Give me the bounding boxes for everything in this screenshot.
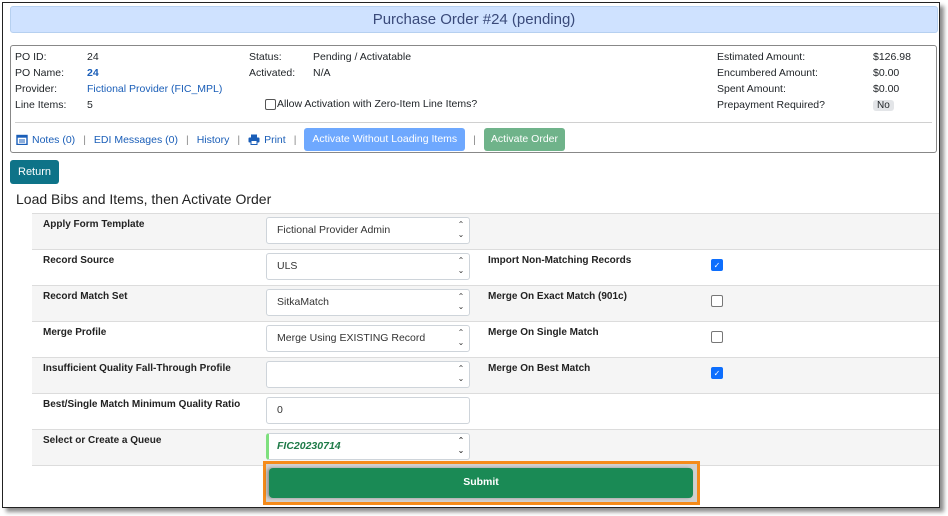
option-label-merge-on-single-match: Merge On Single Match bbox=[488, 327, 599, 338]
field-label: Record Match Set bbox=[43, 291, 128, 302]
form-row-merge-profile: Merge Profile Merge Using EXISTING Record… bbox=[32, 321, 939, 357]
select-arrows-icon: ⌃ ⌄ bbox=[457, 328, 465, 347]
po-name-label: PO Name: bbox=[15, 67, 65, 79]
field-label: Apply Form Template bbox=[43, 219, 145, 230]
field-label: Record Source bbox=[43, 255, 115, 266]
insufficient-quality-fall-through-profile-select[interactable]: ⌃ ⌄ bbox=[266, 361, 470, 388]
select-or-create-a-queue-select[interactable]: FIC20230714 ⌃ ⌄ bbox=[266, 433, 470, 460]
print-label[interactable]: Print bbox=[264, 134, 286, 146]
allow-zero-item-label[interactable]: Allow Activation with Zero-Item Line Ite… bbox=[277, 98, 477, 110]
activated-label: Activated: bbox=[249, 67, 296, 79]
po-actions-bar: Notes (0) | EDI Messages (0) | History |… bbox=[16, 128, 566, 151]
field-label: Best/Single Match Minimum Quality Ratio bbox=[43, 399, 241, 410]
form-row-record-match-set: Record Match Set SitkaMatch ⌃ ⌄ Merge On Exa… bbox=[32, 285, 939, 321]
field-value: Merge Using EXISTING Record bbox=[277, 332, 426, 344]
po-id-label: PO ID: bbox=[15, 51, 47, 63]
activate-without-loading-button[interactable]: Activate Without Loading Items bbox=[304, 128, 466, 151]
best-single-match-minimum-quality-ratio-input[interactable]: 0 bbox=[266, 397, 470, 424]
status-value: Pending / Activatable bbox=[313, 51, 412, 63]
merge-on-single-match-checkbox[interactable] bbox=[711, 331, 723, 343]
record-match-set-select[interactable]: SitkaMatch ⌃ ⌄ bbox=[266, 289, 470, 316]
return-button[interactable]: Return bbox=[10, 160, 60, 184]
encumbered-amount-label: Encumbered Amount: bbox=[717, 67, 818, 79]
section-title: Load Bibs and Items, then Activate Order bbox=[16, 191, 272, 207]
status-label: Status: bbox=[249, 51, 282, 63]
notes-label[interactable]: Notes (0) bbox=[32, 134, 75, 146]
calendar-icon bbox=[16, 134, 28, 145]
activated-field: Activated: N/A bbox=[249, 65, 331, 81]
field-value: Fictional Provider Admin bbox=[277, 224, 391, 236]
field-value: FIC20230714 bbox=[277, 440, 341, 452]
separator: | bbox=[83, 133, 86, 146]
po-name-link[interactable]: 24 bbox=[87, 67, 99, 79]
record-source-select[interactable]: ULS ⌃ ⌄ bbox=[266, 253, 470, 280]
form-row-insufficient-quality-fall-through-profile: Insufficient Quality Fall-Through Profil… bbox=[32, 357, 939, 393]
separator: | bbox=[237, 133, 241, 146]
print-link[interactable]: Print bbox=[248, 134, 286, 146]
field-label: Insufficient Quality Fall-Through Profil… bbox=[43, 363, 231, 374]
encumbered-amount-value: $0.00 bbox=[873, 67, 900, 79]
field-value: ULS bbox=[277, 260, 298, 272]
merge-on-exact-match-901c-checkbox[interactable] bbox=[711, 295, 723, 307]
po-id-field: PO ID: 24 bbox=[15, 49, 99, 65]
line-items-label: Line Items: bbox=[15, 99, 67, 111]
po-summary-card: PO ID: 24 PO Name: 24 Provider: Fictional P… bbox=[10, 45, 937, 153]
provider-field: Provider: Fictional Provider (FIC_MPL) bbox=[15, 81, 222, 97]
apply-form-template-select[interactable]: Fictional Provider Admin ⌃ ⌄ bbox=[266, 217, 470, 244]
select-arrows-icon: ⌃ ⌄ bbox=[457, 256, 465, 275]
field-label: Merge Profile bbox=[43, 327, 107, 338]
form-row-best-single-match-minimum-quality-ratio: Best/Single Match Minimum Quality Ratio 0 bbox=[32, 393, 939, 429]
estimated-amount-field: Estimated Amount: $126.98 bbox=[717, 49, 911, 65]
spent-amount-value: $0.00 bbox=[873, 83, 900, 95]
printer-icon bbox=[248, 134, 260, 145]
form-row-record-source: Record Source ULS ⌃ ⌄ Import Non-Matching Re… bbox=[32, 249, 939, 285]
provider-link[interactable]: Fictional Provider (FIC_MPL) bbox=[87, 83, 222, 95]
notes-link[interactable]: Notes (0) bbox=[16, 134, 75, 146]
line-items-value: 5 bbox=[87, 99, 93, 111]
merge-profile-select[interactable]: Merge Using EXISTING Record ⌃ ⌄ bbox=[266, 325, 470, 352]
submit-button[interactable]: Submit bbox=[269, 468, 693, 498]
page-title: Purchase Order #24 (pending) bbox=[10, 6, 938, 33]
encumbered-amount-field: Encumbered Amount: $0.00 bbox=[717, 65, 899, 81]
load-form-table: Apply Form Template Fictional Provider Ad… bbox=[32, 213, 939, 466]
submit-highlight: Submit bbox=[263, 461, 700, 505]
field-label: Select or Create a Queue bbox=[43, 435, 162, 446]
po-id-value: 24 bbox=[87, 51, 99, 63]
separator: | bbox=[185, 133, 189, 146]
status-field: Status: Pending / Activatable bbox=[249, 49, 411, 65]
select-arrows-icon: ⌃ ⌄ bbox=[457, 364, 465, 383]
select-arrows-icon: ⌃ ⌄ bbox=[457, 292, 465, 311]
spent-amount-field: Spent Amount: $0.00 bbox=[717, 81, 899, 97]
prepayment-label: Prepayment Required? bbox=[717, 99, 825, 111]
option-label-merge-on-exact-match-901c: Merge On Exact Match (901c) bbox=[488, 291, 627, 302]
prepayment-badge: No bbox=[873, 100, 894, 111]
import-non-matching-records-checkbox[interactable]: ✓ bbox=[711, 259, 723, 271]
history-link[interactable]: History bbox=[197, 134, 230, 146]
separator: | bbox=[473, 133, 476, 146]
option-label-merge-on-best-match: Merge On Best Match bbox=[488, 363, 591, 374]
separator: | bbox=[293, 133, 297, 146]
po-name-field: PO Name: 24 bbox=[15, 65, 99, 81]
activate-order-button[interactable]: Activate Order bbox=[483, 128, 566, 151]
activated-value: N/A bbox=[313, 67, 331, 79]
card-divider bbox=[15, 122, 932, 123]
prepayment-field: Prepayment Required? No bbox=[717, 97, 894, 114]
form-row-apply-form-template: Apply Form Template Fictional Provider Ad… bbox=[32, 213, 939, 249]
field-value: 0 bbox=[277, 404, 283, 416]
select-arrows-icon: ⌃ ⌄ bbox=[457, 436, 465, 455]
merge-on-best-match-checkbox[interactable]: ✓ bbox=[711, 367, 723, 379]
field-value: SitkaMatch bbox=[277, 296, 329, 308]
allow-zero-item-checkbox[interactable] bbox=[265, 98, 276, 110]
estimated-amount-label: Estimated Amount: bbox=[717, 51, 806, 63]
option-label-import-non-matching-records: Import Non-Matching Records bbox=[488, 255, 632, 266]
provider-label: Provider: bbox=[15, 83, 58, 95]
allow-zero-item-checkbox-row[interactable]: Allow Activation with Zero-Item Line Ite… bbox=[265, 98, 477, 110]
select-arrows-icon: ⌃ ⌄ bbox=[457, 220, 465, 239]
edi-messages-link[interactable]: EDI Messages (0) bbox=[94, 134, 178, 146]
estimated-amount-value: $126.98 bbox=[873, 51, 911, 63]
spent-amount-label: Spent Amount: bbox=[717, 83, 786, 95]
line-items-field: Line Items: 5 bbox=[15, 97, 93, 113]
